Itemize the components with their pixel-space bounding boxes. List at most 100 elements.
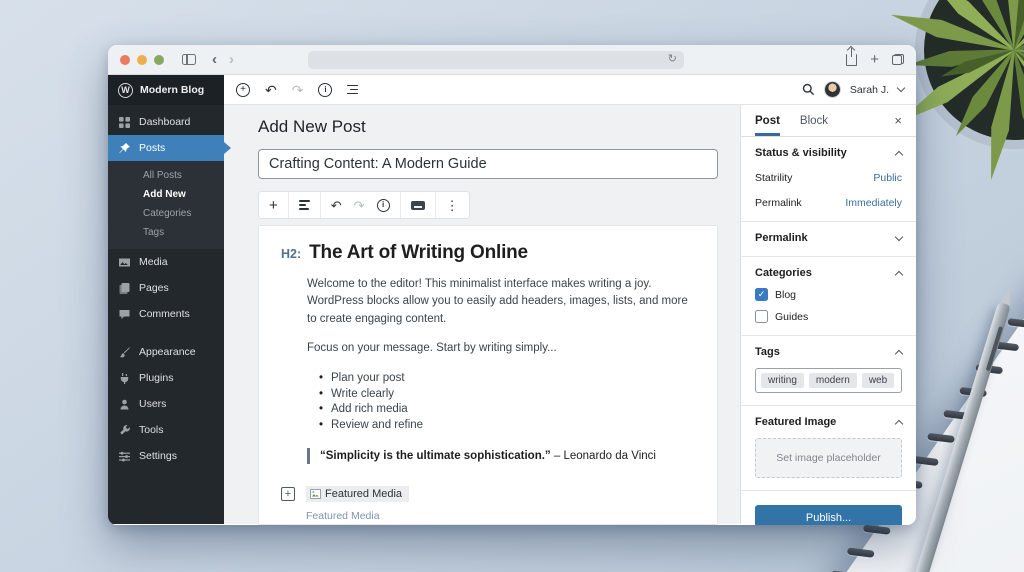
panel-toggle[interactable]: Featured Image [755,416,904,428]
submenu-item-tags[interactable]: Tags [108,223,224,242]
undo-icon[interactable]: ↶ [265,83,277,97]
reload-icon[interactable]: ↻ [668,54,677,65]
sidebar-item-media[interactable]: Media [108,249,224,275]
sidebar-item-appearance[interactable]: Appearance [108,339,224,365]
list-item[interactable]: Write clearly [319,387,695,403]
close-icon[interactable]: × [894,114,902,127]
info-icon[interactable]: i [376,198,390,212]
tab-block[interactable]: Block [800,105,828,136]
inserter-icon[interactable]: + [236,82,250,97]
panel-toggle[interactable]: Permalink [755,232,904,244]
desktop-background: ‹ › ↻ + W Modern Blog Dashboard Posts Al… [0,0,1024,572]
address-bar[interactable]: ↻ [308,50,684,69]
sidebar-item-label: Plugins [139,372,174,384]
options-button[interactable]: ⋮ [436,192,469,218]
sidebar-item-label: Dashboard [139,116,191,128]
status-row: Statrility Public [755,172,902,184]
align-button[interactable] [289,192,321,218]
sidebar-item-label: Users [139,398,167,410]
page-title: Add New Post [258,117,366,136]
list-item[interactable]: Review and refine [319,418,695,434]
set-image-button[interactable]: Set image placeholder [755,438,902,478]
wordpress-logo: W [118,82,133,98]
tab-overview-icon[interactable] [892,54,904,65]
close-window-button[interactable] [120,54,130,65]
appearance-icon [119,346,130,357]
posts-submenu: All Posts Add New Categories Tags [108,161,224,249]
checkbox-unchecked[interactable] [755,310,768,323]
plugins-icon [120,372,129,384]
tags-input[interactable]: writing modern web [755,368,902,393]
tools-icon [120,424,130,435]
sidebar-item-settings[interactable]: Settings [108,443,224,469]
panel-toggle[interactable]: Tags [755,346,904,358]
status-label: Permalink [755,197,802,209]
submenu-item-categories[interactable]: Categories [108,204,224,223]
status-label: Statrility [755,172,793,184]
sidebar-toggle-icon[interactable] [182,54,196,65]
chevron-up-icon [894,419,904,428]
sidebar-item-dashboard[interactable]: Dashboard [108,109,224,135]
site-brand[interactable]: W Modern Blog [108,75,224,105]
add-block-button[interactable]: + [259,192,289,218]
sidebar-item-label: Media [139,256,168,268]
back-icon[interactable]: ‹ [212,52,217,67]
status-value[interactable]: Immediately [845,197,902,209]
panel-featured-image: Featured Image Set image placeholder [741,406,916,491]
broken-image-placeholder[interactable]: Featured Media [306,486,410,503]
undo-icon[interactable]: ↶ [331,199,342,212]
keyboard-button[interactable] [401,192,436,218]
tag-chip[interactable]: modern [808,373,857,388]
media-caption[interactable]: Featured Media [306,510,695,522]
zoom-window-button[interactable] [154,54,164,65]
list-block[interactable]: Plan your post Write clearly Add rich me… [319,371,695,433]
sidebar-item-pages[interactable]: Pages [108,275,224,301]
forward-icon[interactable]: › [229,52,234,67]
redo-icon[interactable]: ↷ [292,83,304,97]
sidebar-item-users[interactable]: Users [108,391,224,417]
heading-level-badge: H2: [281,247,302,261]
panel-toggle[interactable]: Status & visibility [755,147,904,159]
paragraph-block[interactable]: Welcome to the editor! This minimalist i… [307,276,695,328]
tab-post[interactable]: Post [755,105,780,136]
paragraph-block[interactable]: Focus on your message. Start by writing … [307,340,695,357]
quote-block[interactable]: “Simplicity is the ultimate sophisticati… [307,448,695,465]
panel-title: Permalink [755,232,808,244]
avatar[interactable] [823,81,841,98]
tag-chip[interactable]: web [861,373,895,388]
search-icon[interactable] [802,83,815,96]
info-icon[interactable]: i [318,82,333,97]
editor-canvas[interactable]: H2: The Art of Writing Online Welcome to… [258,225,718,525]
menu-separator [108,327,224,339]
share-icon[interactable] [846,47,858,66]
media-icon [119,258,130,266]
post-heading[interactable]: The Art of Writing Online [309,242,528,264]
chevron-up-icon [894,270,904,279]
users-icon [120,399,129,409]
panel-toggle[interactable]: Categories [755,267,904,279]
submenu-item-all-posts[interactable]: All Posts [108,166,224,185]
checkbox-checked[interactable] [755,288,768,301]
minimize-window-button[interactable] [137,54,147,65]
publish-button[interactable]: Publish... [755,505,902,525]
redo-icon[interactable]: ↷ [354,199,365,212]
chevron-down-icon[interactable] [896,83,906,93]
new-tab-icon[interactable]: + [870,51,879,68]
tag-chip[interactable]: writing [761,373,804,388]
sidebar-item-plugins[interactable]: Plugins [108,365,224,391]
sidebar-item-tools[interactable]: Tools [108,417,224,443]
list-view-icon[interactable] [347,84,359,95]
chevron-down-icon [894,232,904,241]
sidebar-item-posts[interactable]: Posts [108,135,231,161]
admin-sidebar: W Modern Blog Dashboard Posts All Posts [108,75,231,524]
chevron-up-icon [894,349,904,358]
add-media-icon[interactable]: + [281,487,295,502]
post-title-input[interactable] [258,149,718,179]
status-value[interactable]: Public [873,172,902,184]
sidebar-item-comments[interactable]: Comments [108,301,224,327]
quote-text: “Simplicity is the ultimate sophisticati… [320,450,551,463]
list-item[interactable]: Add rich media [319,402,695,418]
list-item[interactable]: Plan your post [319,371,695,387]
panel-categories: Categories Blog Guides [741,257,916,336]
submenu-item-add-new[interactable]: Add New [108,185,224,204]
